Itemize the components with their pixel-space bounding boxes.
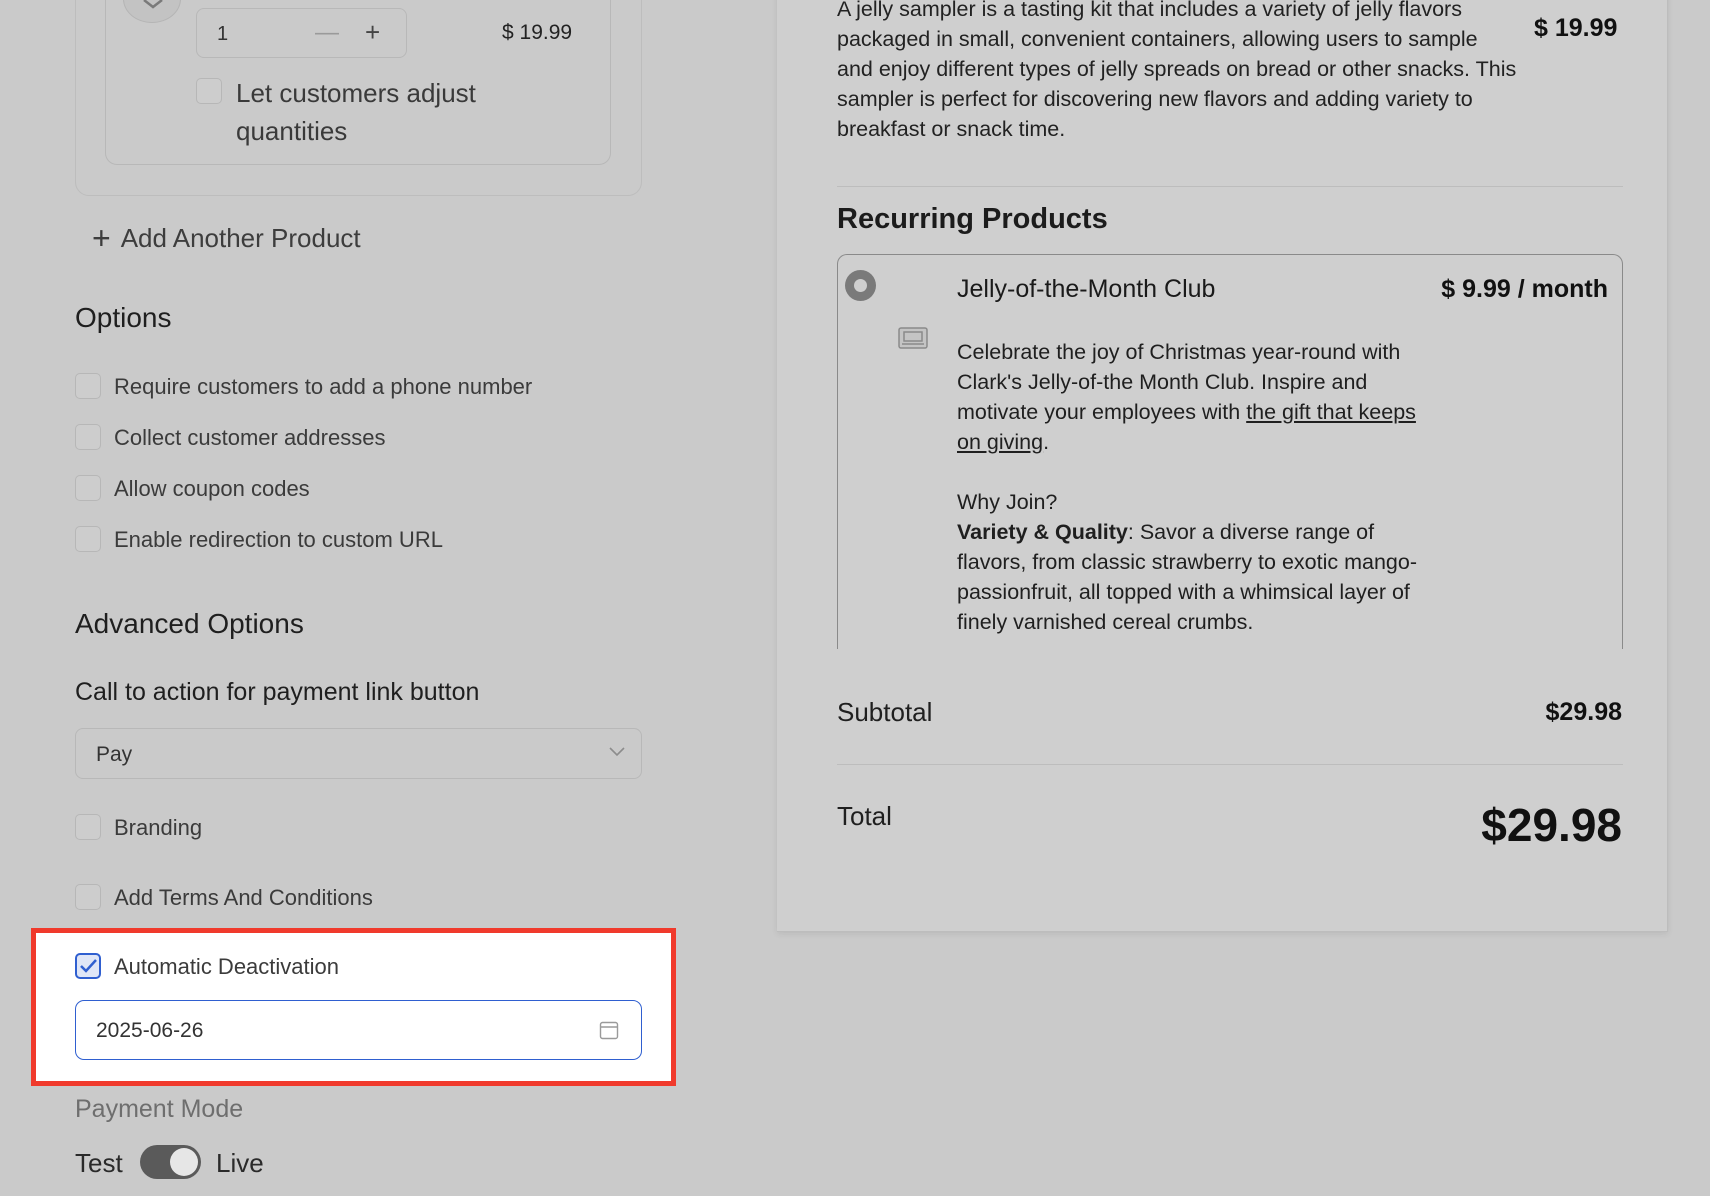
decrement-button[interactable]: —: [315, 19, 339, 47]
addresses-label: Collect customer addresses: [114, 425, 386, 450]
description-paragraph: Celebrate the joy of Christmas year-roun…: [957, 337, 1427, 457]
automatic-deactivation-checkbox[interactable]: [75, 953, 101, 979]
live-mode-label: Live: [216, 1148, 264, 1178]
total-value: $29.98: [1481, 799, 1622, 851]
payment-mode-title: Payment Mode: [75, 1095, 244, 1123]
recurring-products-title: Recurring Products: [837, 203, 1108, 235]
divider: [837, 764, 1623, 765]
quantity-stepper[interactable]: 1 — +: [196, 8, 407, 58]
description-text-end: .: [1043, 430, 1050, 454]
recurring-product-radio[interactable]: [845, 270, 876, 301]
chevron-down-icon: [609, 747, 625, 757]
coupon-codes-checkbox[interactable]: [75, 475, 101, 501]
recurring-product-card[interactable]: Jelly-of-the-Month Club $ 9.99 / month C…: [837, 254, 1623, 649]
branding-label: Branding: [114, 815, 203, 840]
redirect-url-label: Enable redirection to custom URL: [114, 527, 443, 552]
add-another-product-button[interactable]: + Add Another Product: [92, 222, 361, 254]
terms-label: Add Terms And Conditions: [114, 885, 373, 910]
why-join-heading: Why Join?: [957, 490, 1058, 514]
adjust-quantities-label: Let customers adjust quantities: [236, 78, 476, 146]
toggle-knob: [170, 1148, 198, 1176]
redirect-url-checkbox[interactable]: [75, 526, 101, 552]
cta-title: Call to action for payment link button: [75, 678, 480, 706]
box-icon: [143, 0, 163, 9]
image-placeholder-icon: [898, 327, 928, 349]
test-mode-label: Test: [75, 1148, 123, 1178]
recurring-product-price: $ 9.99 / month: [1441, 275, 1608, 303]
subtotal-value: $29.98: [1545, 698, 1622, 726]
cta-select-value: Pay: [96, 743, 133, 766]
advanced-options-title: Advanced Options: [75, 608, 304, 639]
add-another-product-label: Add Another Product: [120, 222, 361, 253]
deactivation-date-value[interactable]: 2025-06-26: [96, 1019, 203, 1043]
one-time-product-description: A jelly sampler is a tasting kit that in…: [837, 0, 1517, 141]
recurring-product-description: Celebrate the joy of Christmas year-roun…: [957, 337, 1427, 637]
calendar-icon[interactable]: [599, 1020, 619, 1040]
divider: [837, 186, 1623, 187]
branding-checkbox[interactable]: [75, 814, 101, 840]
increment-button[interactable]: +: [365, 17, 380, 48]
automatic-deactivation-label: Automatic Deactivation: [114, 954, 339, 979]
variety-paragraph: Variety & Quality: Savor a diverse range…: [957, 517, 1427, 637]
one-time-product-price: $ 19.99: [1534, 14, 1618, 42]
addresses-checkbox[interactable]: [75, 424, 101, 450]
product-price: $ 19.99: [502, 21, 573, 44]
variety-bold: Variety & Quality: [957, 520, 1128, 544]
coupon-codes-label: Allow coupon codes: [114, 476, 310, 501]
quantity-value[interactable]: 1: [217, 23, 228, 46]
plus-icon: +: [92, 220, 111, 256]
adjust-quantities-checkbox[interactable]: [196, 78, 222, 104]
cta-select[interactable]: Pay: [75, 728, 642, 779]
terms-checkbox[interactable]: [75, 884, 101, 910]
checkmark-icon: [80, 959, 97, 973]
phone-number-label: Require customers to add a phone number: [114, 374, 533, 399]
recurring-product-name: Jelly-of-the-Month Club: [957, 275, 1216, 303]
subtotal-label: Subtotal: [837, 697, 933, 727]
phone-number-checkbox[interactable]: [75, 373, 101, 399]
total-label: Total: [837, 801, 892, 831]
options-title: Options: [75, 302, 172, 333]
payment-mode-toggle[interactable]: [140, 1145, 201, 1179]
deactivation-date-input[interactable]: 2025-06-26: [75, 1000, 642, 1060]
radio-dot: [854, 279, 867, 292]
